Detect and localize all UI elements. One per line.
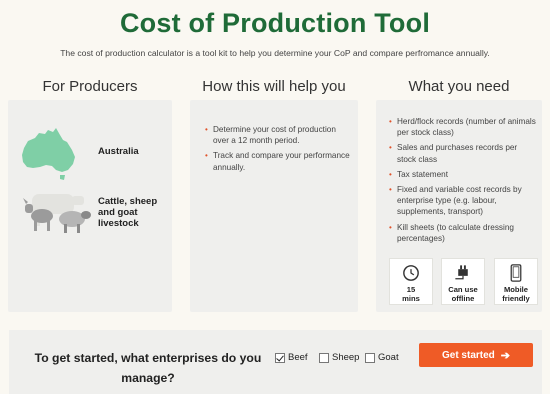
get-started-button[interactable]: Get started ➔ xyxy=(419,343,533,367)
sheep-checkbox[interactable]: Sheep xyxy=(319,352,359,363)
plug-icon xyxy=(455,265,468,280)
goat-checkbox-box[interactable] xyxy=(365,352,375,363)
feature-mobile: Mobile friendly xyxy=(494,258,538,305)
needs-list: • Herd/flock records (number of animals p… xyxy=(388,116,538,248)
livestock-label: Cattle, sheep and goat livestock xyxy=(98,196,158,229)
feature-time: 15 mins xyxy=(389,258,433,305)
page-subtitle: The cost of production calculator is a t… xyxy=(60,48,490,58)
region-label: Australia xyxy=(98,146,139,157)
clock-icon xyxy=(403,265,419,281)
mobile-icon xyxy=(510,264,522,282)
australia-map-icon xyxy=(22,128,75,180)
goat-checkbox[interactable]: Goat xyxy=(365,352,399,363)
help-heading: How this will help you xyxy=(202,78,346,95)
livestock-icon xyxy=(23,194,91,233)
list-item: • Kill sheets (to calculate dressing perc… xyxy=(389,222,514,243)
feature-offline: Can use offline xyxy=(441,258,485,305)
list-item: • Track and compare your performance annu… xyxy=(205,151,350,172)
producers-heading: For Producers xyxy=(42,78,138,95)
beef-checkbox[interactable]: Beef xyxy=(275,352,308,363)
producers-panel: Australia Cattle, sheep and goat livesto… xyxy=(8,100,172,312)
sheep-checkbox-box[interactable] xyxy=(319,352,329,363)
list-item: • Tax statement xyxy=(389,169,448,179)
arrow-right-icon: ➔ xyxy=(500,349,510,362)
page-title: Cost of Production Tool xyxy=(119,8,431,38)
enterprise-question: To get started, what enterprises do you … xyxy=(34,351,262,385)
get-started-bar: To get started, what enterprises do you … xyxy=(9,330,542,394)
list-item: • Determine your cost of production over … xyxy=(205,125,336,146)
list-item: • Sales and purchases records per stock c… xyxy=(389,143,518,164)
help-panel: • Determine your cost of production over … xyxy=(190,100,358,312)
help-list: • Determine your cost of production over … xyxy=(204,124,354,177)
beef-checkbox-box[interactable] xyxy=(275,352,285,363)
needs-heading: What you need xyxy=(408,78,510,95)
list-item: • Herd/flock records (number of animals p… xyxy=(389,117,536,138)
list-item: • Fixed and variable cost records by ente… xyxy=(389,185,522,217)
